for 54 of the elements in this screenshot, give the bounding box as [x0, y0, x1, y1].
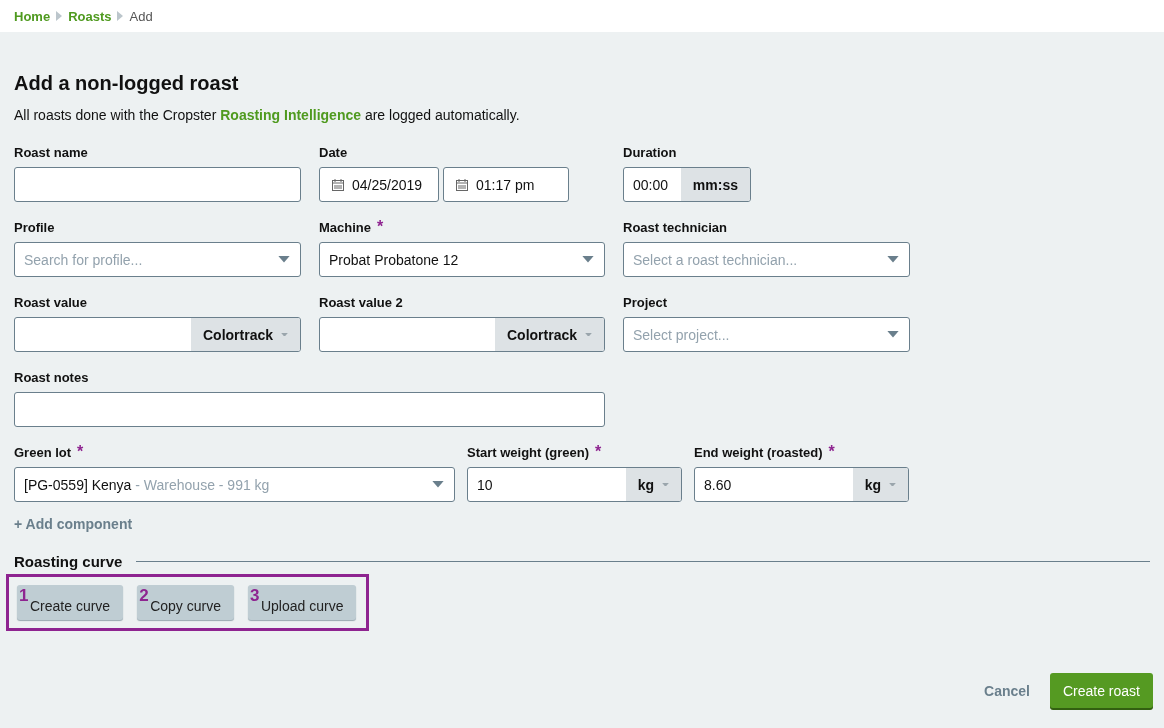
required-mark: * — [377, 218, 384, 236]
duration-field[interactable]: 00:00 mm:ss — [623, 167, 751, 202]
caret-icon — [432, 481, 444, 488]
add-component-link[interactable]: + Add component — [14, 516, 133, 532]
caret-icon — [662, 482, 669, 487]
breadcrumb-item: Add — [129, 8, 153, 24]
breadcrumb-item[interactable]: Home — [14, 8, 51, 24]
text-field[interactable] — [14, 167, 301, 202]
caret-icon — [278, 256, 290, 263]
breadcrumb-item[interactable]: Roasts — [68, 8, 112, 24]
required-mark: * — [595, 443, 602, 461]
number-field[interactable]: Colortrack — [14, 317, 301, 352]
time-field[interactable]: 01:17 pm — [443, 167, 569, 202]
number-field[interactable]: 8.60 kg — [694, 467, 909, 502]
cancel-link[interactable]: Cancel — [984, 682, 1030, 699]
field-label: Roast notes — [14, 369, 89, 385]
caret-icon — [887, 331, 899, 338]
unit-dropdown[interactable]: kg — [852, 468, 908, 501]
field-label: Roast name — [14, 144, 88, 160]
required-mark: * — [77, 443, 84, 461]
caret-icon — [582, 256, 594, 263]
select-field[interactable]: Probat Probatone 12 — [319, 242, 605, 277]
chevron-icon — [56, 11, 63, 21]
required-mark: * — [828, 443, 835, 461]
number-field[interactable]: Colortrack — [319, 317, 605, 352]
field-label: Profile — [14, 219, 55, 235]
select-field[interactable]: [PG-0559] Kenya - Warehouse - 991 kg — [14, 467, 455, 502]
unit-dropdown[interactable]: Colortrack — [494, 318, 604, 351]
section-title: Roasting curve — [14, 553, 123, 570]
calendar-icon — [456, 178, 468, 191]
chevron-icon — [117, 11, 124, 21]
page-title: Add a non-logged roast — [14, 72, 240, 95]
field-label: Roast value — [14, 294, 87, 310]
unit-label: mm:ss — [680, 168, 750, 201]
number-field[interactable]: 10 kg — [467, 467, 682, 502]
intro-text: All roasts done with the Cropster Roasting Intelligence are logged automatically. — [14, 107, 521, 123]
caret-icon — [281, 332, 288, 337]
field-label: Green lot — [14, 444, 72, 460]
unit-dropdown[interactable]: kg — [625, 468, 681, 501]
field-label: Roast technician — [623, 219, 728, 235]
caret-icon — [889, 482, 896, 487]
field-label: Date — [319, 144, 348, 160]
field-label: End weight (roasted) — [694, 444, 823, 460]
caret-icon — [585, 332, 592, 337]
text-field[interactable] — [14, 392, 605, 427]
field-label: Project — [623, 294, 668, 310]
field-label: Machine — [319, 219, 371, 235]
field-label: Roast value 2 — [319, 294, 403, 310]
caret-icon — [887, 256, 899, 263]
field-label: Start weight (green) — [467, 444, 590, 460]
calendar-icon — [332, 178, 344, 191]
date-field[interactable]: 04/25/2019 — [319, 167, 439, 202]
field-label: Duration — [623, 144, 677, 160]
unit-dropdown[interactable]: Colortrack — [190, 318, 300, 351]
